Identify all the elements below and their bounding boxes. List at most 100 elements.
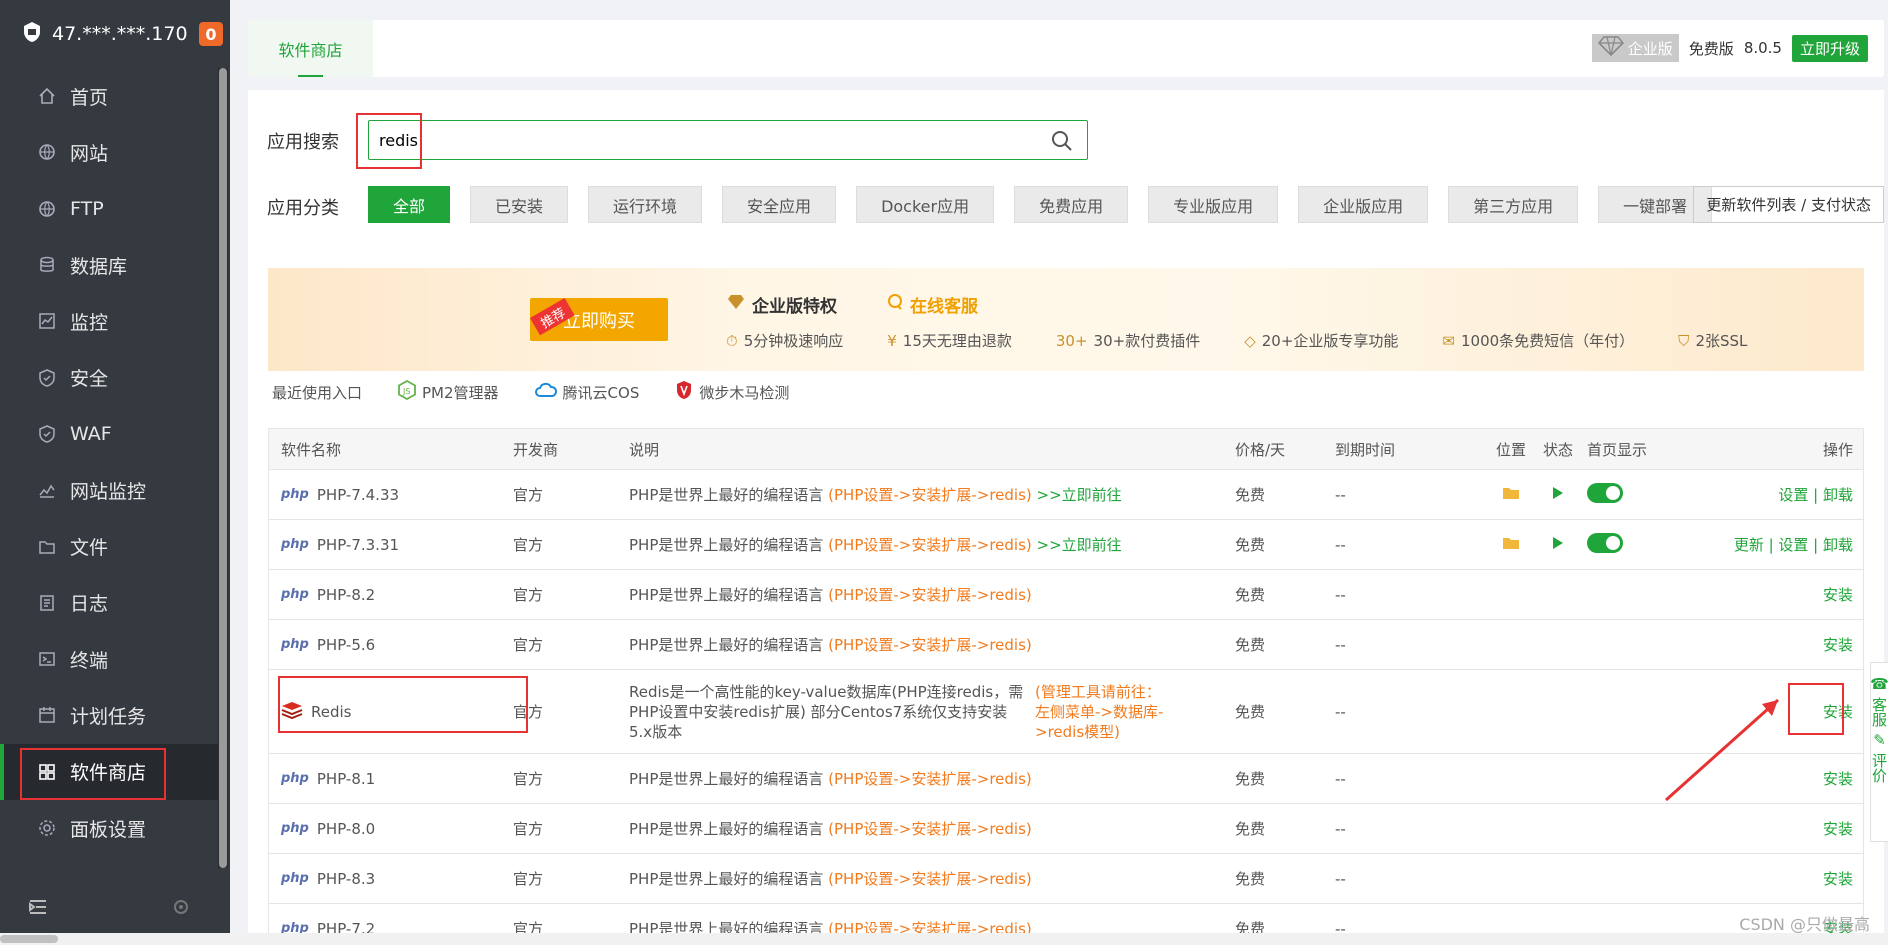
collapse-menu-icon[interactable] [28,899,48,919]
tab-software-store[interactable]: 软件商店 [248,20,373,77]
upgrade-button[interactable]: 立即升级 [1791,34,1868,62]
sidebar-item-7[interactable]: 网站监控 [0,462,218,518]
watermark: CSDN @只做最高 [1739,915,1870,934]
sidebar-item-4[interactable]: 监控 [0,293,218,349]
homepage-display [1579,532,1679,557]
free-edition-label: 免费版 [1688,39,1734,58]
column-header-6: 状态 [1542,440,1573,459]
sidebar-item-13[interactable]: 面板设置 [0,800,218,856]
operation-links[interactable]: 更新 | 设置 | 卸载 [1679,534,1863,555]
online-service[interactable]: 在线客服 [886,292,978,317]
sidebar-item-label: 网站 [70,142,109,165]
operation-links[interactable]: 安装 [1679,868,1863,889]
software-name: php PHP-8.1 [281,769,376,788]
enterprise-badge[interactable]: 企业版 [1591,34,1679,62]
sidebar-item-5[interactable]: 安全 [0,349,218,405]
search-icon[interactable] [1051,130,1073,156]
category-tab-2[interactable]: 运行环境 [588,186,703,223]
homepage-display-toggle[interactable] [1587,532,1623,553]
server-header: 47.***.***.170 [0,0,230,68]
sidebar-item-label: 日志 [70,593,109,616]
pointer-arrow [1665,698,1779,802]
category-tab-5[interactable]: 免费应用 [1014,186,1129,223]
status [1537,486,1579,504]
software-name: php PHP-8.2 [281,585,376,604]
feature-item-5: ⛉ 2张SSL [1678,332,1748,350]
category-tab-1[interactable]: 已安装 [470,186,569,223]
feature-list: ⏱ 5分钟极速响应 ¥15天无理由退款 30+ 30+款付费插件 ◇ 20+企业版专享功能 ✉… [726,330,1747,351]
cloud-icon [534,382,557,402]
column-header-7: 首页显示 [1587,440,1648,459]
sidebar-item-0[interactable]: 首页 [0,68,218,124]
terminal-icon [38,650,56,668]
category-tab-6[interactable]: 专业版应用 [1148,186,1279,223]
price: 免费 [1235,636,1266,654]
sidebar-menu: 首页 网站 FTP 数据库 监控 安全 WAF 网站监控 文件 日志 终端 计划任务 软件商店 面板设置 [0,68,218,856]
sidebar-item-9[interactable]: 日志 [0,575,218,631]
developer: 官方 [513,486,544,504]
price: 免费 [1235,486,1266,504]
sidebar-item-label: 终端 [70,649,109,672]
folder-icon[interactable] [1502,486,1520,504]
software-name: php PHP-5.6 [281,635,376,654]
diamond-icon [1597,36,1624,60]
table-row[interactable]: php PHP-7.3.31 官方 PHP是世界上最好的编程语言 (PHP设置->安装… [269,520,1863,570]
operation-links[interactable]: 安装 [1679,584,1863,605]
version-label: 8.0.5 [1743,39,1782,57]
sidebar-item-6[interactable]: WAF [0,406,218,462]
operation-links[interactable]: 安装 [1679,818,1863,839]
recent-weibu[interactable]: 微步木马检测 [675,380,789,404]
settings-gear-icon[interactable] [172,898,190,920]
horizontal-scrollbar[interactable] [0,933,1888,945]
notification-badge[interactable]: 0 [199,22,223,46]
recent-pm2[interactable]: JS PM2管理器 [398,379,499,404]
goto-link[interactable]: >>立即前往 [1037,536,1122,554]
category-tab-0[interactable]: 全部 [368,186,451,223]
play-icon[interactable] [1552,486,1564,504]
description: PHP是世界上最好的编程语言 (PHP设置->安装扩展->redis) [629,636,1032,654]
sidebar-item-label: 计划任务 [70,705,147,728]
category-tab-3[interactable]: 安全应用 [722,186,837,223]
operation-links[interactable]: 设置 | 卸载 [1679,484,1863,505]
table-header: 软件名称 开发商 说明 价格/天 到期时间 位置 状态 首页显示 操作 [269,429,1863,470]
table-row[interactable]: php PHP-8.2 官方 PHP是世界上最好的编程语言 (PHP设置->安装扩展-… [269,570,1863,620]
expire: -- [1335,769,1346,788]
sidebar-item-11[interactable]: 计划任务 [0,687,218,743]
table-row[interactable]: php PHP-8.0 官方 PHP是世界上最好的编程语言 (PHP设置->安装扩展-… [269,804,1863,854]
price: 免费 [1235,770,1266,788]
svg-text:JS: JS [402,387,410,396]
highlight-active-menu [20,747,166,800]
category-tab-7[interactable]: 企业版应用 [1298,186,1429,223]
search-input[interactable] [379,130,1019,150]
recent-tencent-cos[interactable]: 腾讯云COS [534,382,639,403]
expire: -- [1335,869,1346,888]
homepage-display-toggle[interactable] [1587,482,1623,503]
sidebar-item-1[interactable]: 网站 [0,124,218,180]
update-software-list-button[interactable]: 更新软件列表 / 支付状态 [1693,186,1884,223]
sidebar-scrollbar[interactable] [218,68,228,868]
php-icon: php [281,771,309,786]
log-icon [38,594,56,612]
table-row[interactable]: php PHP-8.3 官方 PHP是世界上最好的编程语言 (PHP设置->安装扩展-… [269,854,1863,904]
table-row[interactable]: php PHP-8.1 官方 PHP是世界上最好的编程语言 (PHP设置->安装扩展-… [269,754,1863,804]
goto-link[interactable]: >>立即前往 [1037,486,1122,504]
sidebar-item-2[interactable]: FTP [0,181,218,237]
operation-links[interactable]: 安装 [1679,634,1863,655]
table-row[interactable]: php PHP-5.6 官方 PHP是世界上最好的编程语言 (PHP设置->安装扩展-… [269,620,1863,670]
category-tab-4[interactable]: Docker应用 [856,186,995,223]
sidebar-item-3[interactable]: 数据库 [0,237,218,293]
description: PHP是世界上最好的编程语言 (PHP设置->安装扩展->redis) >>立即… [629,536,1122,554]
highlight-search [356,113,422,169]
edition-info: 企业版 免费版 8.0.5 立即升级 [1591,34,1868,62]
software-name: php PHP-7.4.33 [281,485,400,504]
highlight-redis-row [278,676,528,733]
folder-icon[interactable] [1502,536,1520,554]
floating-service-panel[interactable]: ☎ 客服 ✎ 评价 [1870,662,1888,842]
play-icon[interactable] [1552,536,1564,554]
table-row[interactable]: php PHP-7.4.33 官方 PHP是世界上最好的编程语言 (PHP设置->安装… [269,470,1863,520]
sidebar-item-10[interactable]: 终端 [0,631,218,687]
home-icon [38,87,56,105]
gear-icon [38,819,56,837]
category-tab-8[interactable]: 第三方应用 [1448,186,1579,223]
sidebar-item-8[interactable]: 文件 [0,518,218,574]
